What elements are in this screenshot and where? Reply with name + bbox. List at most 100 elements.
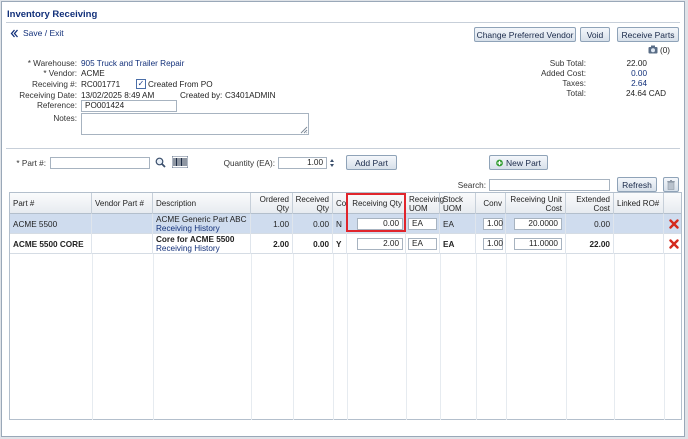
grid-empty-area <box>10 254 681 420</box>
column-guide <box>347 254 348 420</box>
col-header-conv[interactable]: Conv <box>476 193 506 214</box>
new-part-label: New Part <box>506 157 541 168</box>
receiving-number-value: RC001771 <box>81 80 121 89</box>
change-preferred-vendor-button[interactable]: Change Preferred Vendor <box>474 27 576 42</box>
warehouse-label: * Warehouse: <box>27 59 77 68</box>
description-text: Core for ACME 5500 <box>156 235 235 244</box>
col-header-stock-uom[interactable]: Stock UOM <box>440 193 476 214</box>
col-header-ordered-qty[interactable]: Ordered Qty <box>251 193 293 214</box>
camera-icon[interactable] <box>648 45 658 54</box>
col-header-extended-cost[interactable]: Extended Cost <box>566 193 614 214</box>
column-guide <box>251 254 252 420</box>
col-header-received-qty[interactable]: Received Qty <box>293 193 333 214</box>
cell-receiving-uom: EA <box>406 234 440 254</box>
added-cost-value[interactable]: 0.00 <box>602 69 647 78</box>
receiving-uom-input[interactable]: EA <box>408 218 437 230</box>
receiving-history-link[interactable]: Receiving History <box>156 244 220 253</box>
conv-input[interactable]: 1.00 <box>483 238 503 250</box>
column-guide <box>153 254 154 420</box>
parts-grid: Part # Vendor Part # Description Ordered… <box>9 192 682 420</box>
column-guide <box>333 254 334 420</box>
table-row[interactable]: ACME 5500 CORE Core for ACME 5500 Receiv… <box>10 234 681 254</box>
cell-conv: 1.00 <box>476 234 506 254</box>
add-part-button[interactable]: Add Part <box>346 155 397 170</box>
cell-part: ACME 5500 <box>10 214 92 234</box>
quantity-input[interactable]: 1.00 <box>278 157 327 169</box>
receiving-qty-input[interactable]: 2.00 <box>357 238 403 250</box>
vendor-label: * Vendor: <box>43 69 77 78</box>
receiving-uom-input[interactable]: EA <box>408 238 437 250</box>
grid-header: Part # Vendor Part # Description Ordered… <box>10 193 681 214</box>
barcode-icon[interactable] <box>172 156 188 168</box>
quantity-stepper-icon[interactable] <box>329 157 335 169</box>
cell-core: N <box>333 214 347 234</box>
delete-selected-button[interactable] <box>663 177 679 192</box>
receiving-unit-cost-input[interactable]: 11.0000 <box>514 238 562 250</box>
vendor-value: ACME <box>81 69 105 78</box>
col-header-receiving-unit-cost[interactable]: Receiving Unit Cost <box>506 193 566 214</box>
column-guide <box>406 254 407 420</box>
plus-icon <box>496 159 503 166</box>
conv-input[interactable]: 1.00 <box>483 218 503 230</box>
cell-ordered-qty: 1.00 <box>251 214 293 234</box>
column-guide <box>566 254 567 420</box>
receiving-history-link[interactable]: Receiving History <box>156 224 220 233</box>
cell-description: ACME Generic Part ABC Receiving History <box>153 214 251 234</box>
new-part-button[interactable]: New Part <box>489 155 548 170</box>
save-exit-label: Save / Exit <box>23 28 64 38</box>
delete-x-icon[interactable] <box>668 219 679 229</box>
window-title: Inventory Receiving <box>7 9 98 20</box>
double-chevron-left-icon <box>10 29 18 37</box>
receive-parts-button[interactable]: Receive Parts <box>617 27 679 42</box>
search-label: Search: <box>457 181 486 190</box>
cell-core: Y <box>333 234 347 254</box>
cell-stock-uom: EA <box>440 214 476 234</box>
column-guide <box>440 254 441 420</box>
column-guide <box>293 254 294 420</box>
part-number-label: * Part #: <box>16 159 46 168</box>
cell-received-qty: 0.00 <box>293 234 333 254</box>
refresh-button[interactable]: Refresh <box>617 177 657 192</box>
cell-vendor-part <box>92 234 153 254</box>
col-header-receiving-qty[interactable]: Receiving Qty <box>347 193 406 214</box>
created-by-value: C3401ADMIN <box>225 91 276 100</box>
total-value: 24.64 CAD <box>625 89 666 98</box>
notes-label: Notes: <box>53 114 77 123</box>
part-number-input[interactable] <box>50 157 150 169</box>
resize-grip-icon[interactable] <box>300 126 308 134</box>
table-row[interactable]: ACME 5500 ACME Generic Part ABC Receivin… <box>10 214 681 234</box>
created-from-po-label: Created From PO <box>148 80 213 89</box>
cell-receiving-qty: 0.00 <box>347 214 406 234</box>
grid-search-input[interactable] <box>489 179 610 191</box>
added-cost-label: Added Cost: <box>540 69 586 78</box>
delete-x-icon[interactable] <box>668 239 679 249</box>
receiving-number-label: Receiving #: <box>31 80 77 89</box>
col-header-receiving-uom[interactable]: Receiving UOM <box>406 193 444 214</box>
warehouse-value[interactable]: 905 Truck and Trailer Repair <box>81 59 184 68</box>
sub-total-value: 22.00 <box>626 59 648 68</box>
col-header-description[interactable]: Description <box>153 193 251 214</box>
cell-delete <box>664 214 683 234</box>
receiving-date-value: 13/02/2025 8:49 AM <box>81 91 155 100</box>
col-header-linked-ro[interactable]: Linked RO# <box>614 193 664 214</box>
reference-input[interactable]: PO001424 <box>81 100 177 112</box>
col-header-vendor-part[interactable]: Vendor Part # <box>92 193 153 214</box>
total-label: Total: <box>566 89 586 98</box>
sub-total-label: Sub Total: <box>549 59 586 68</box>
void-button[interactable]: Void <box>580 27 610 42</box>
search-icon[interactable] <box>154 156 166 168</box>
description-text: ACME Generic Part ABC <box>156 215 247 224</box>
cell-conv: 1.00 <box>476 214 506 234</box>
cell-linked-ro <box>614 234 664 254</box>
col-header-core[interactable]: Core <box>333 193 347 214</box>
cell-vendor-part <box>92 214 153 234</box>
notes-textarea[interactable] <box>81 113 309 135</box>
receiving-unit-cost-input[interactable]: 20.0000 <box>514 218 562 230</box>
created-from-po-checkbox[interactable]: ✓ <box>136 79 146 89</box>
taxes-value[interactable]: 2.64 <box>602 79 647 88</box>
attachments-count: (0) <box>660 46 671 55</box>
receiving-qty-input[interactable]: 0.00 <box>357 218 403 230</box>
save-exit-link[interactable]: Save / Exit <box>10 28 64 38</box>
cell-stock-uom: EA <box>440 234 476 254</box>
col-header-part[interactable]: Part # <box>10 193 92 214</box>
